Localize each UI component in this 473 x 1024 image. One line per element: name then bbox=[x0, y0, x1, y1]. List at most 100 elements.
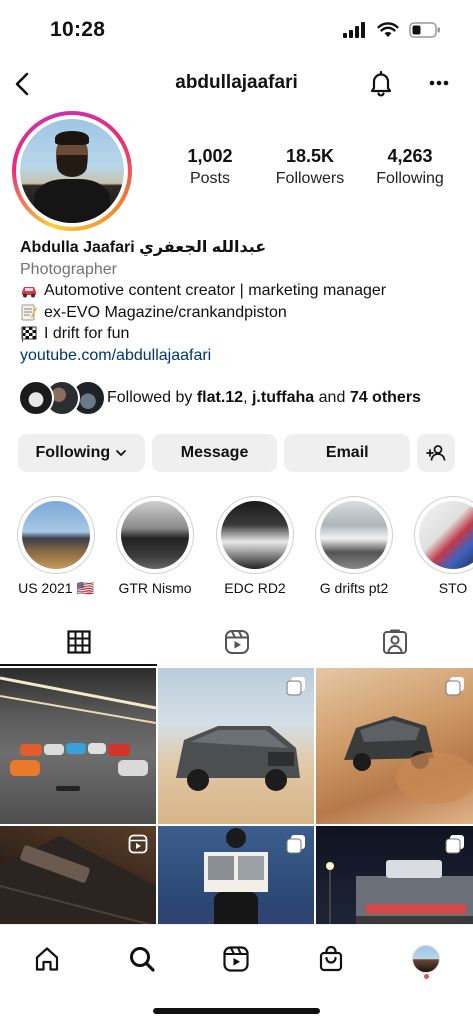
reels-icon bbox=[224, 630, 249, 654]
battery-icon bbox=[409, 22, 440, 38]
post-image bbox=[0, 676, 156, 791]
bio-line: I drift for fun bbox=[20, 323, 460, 345]
status-time: 10:28 bbox=[50, 18, 106, 41]
stat-label: Posts bbox=[189, 170, 230, 187]
profile-avatar[interactable] bbox=[12, 111, 132, 231]
add-person-icon bbox=[426, 445, 446, 461]
status-bar: 10:28 bbox=[0, 0, 473, 62]
reel-icon bbox=[128, 834, 148, 859]
tagged-icon bbox=[382, 629, 407, 654]
tab-posts[interactable] bbox=[0, 618, 157, 666]
home-indicator bbox=[153, 1008, 320, 1014]
profile-header: abdullajaafari bbox=[0, 62, 473, 108]
followed-by-row[interactable]: Followed by flat.12, j.tuffaha and 74 ot… bbox=[18, 380, 458, 416]
followed-by-text: Followed by flat.12, j.tuffaha and 74 ot… bbox=[107, 389, 421, 406]
following-button[interactable]: Following bbox=[18, 434, 145, 472]
highlight-sto[interactable]: STO bbox=[403, 496, 473, 596]
highlight-label: EDC RD2 bbox=[224, 580, 286, 596]
shopping-bag-icon bbox=[319, 945, 343, 972]
nav-reels[interactable] bbox=[216, 939, 256, 979]
profile-actions: Following Message Email bbox=[18, 434, 456, 472]
stat-label: Followers bbox=[275, 170, 345, 187]
avatar-photo bbox=[20, 119, 124, 223]
highlight-g-drifts-pt2[interactable]: G drifts pt2 bbox=[304, 496, 404, 596]
highlight-thumbnail bbox=[419, 501, 473, 569]
bell-icon bbox=[370, 70, 392, 97]
tab-reels[interactable] bbox=[158, 618, 315, 666]
posts-grid-icon bbox=[66, 630, 91, 654]
mutual-avatars bbox=[18, 380, 106, 416]
notifications-button[interactable] bbox=[364, 66, 398, 100]
checkered-flag-icon bbox=[20, 325, 38, 343]
message-button[interactable]: Message bbox=[151, 434, 278, 472]
bio-text: ex-EVO Magazine/crankandpiston bbox=[44, 303, 287, 321]
carousel-icon bbox=[286, 834, 306, 859]
post-thumbnail[interactable] bbox=[316, 668, 473, 824]
stat-value: 18.5K bbox=[285, 146, 335, 166]
stat-label: Following bbox=[376, 170, 444, 187]
highlight-thumbnail bbox=[22, 501, 90, 569]
nav-home[interactable] bbox=[27, 939, 67, 979]
home-icon bbox=[35, 947, 59, 971]
highlight-gtr-nismo[interactable]: GTR Nismo bbox=[105, 496, 205, 596]
profile-display-name: Abdulla Jaafari عبدالله الجعفري bbox=[20, 239, 267, 256]
chevron-down-icon bbox=[116, 450, 127, 456]
highlight-label: G drifts pt2 bbox=[319, 580, 389, 596]
tab-tagged[interactable] bbox=[316, 618, 473, 666]
highlight-label: GTR Nismo bbox=[118, 580, 192, 596]
more-options-button[interactable] bbox=[424, 66, 454, 100]
posts-grid bbox=[0, 668, 473, 924]
following-label: Following bbox=[35, 444, 111, 461]
mutual-others[interactable]: 74 others bbox=[350, 389, 421, 406]
carousel-icon bbox=[286, 676, 306, 701]
wifi-icon bbox=[377, 22, 399, 37]
notification-dot bbox=[424, 974, 429, 979]
stat-followers[interactable]: 18.5K Followers bbox=[260, 146, 360, 188]
post-thumbnail[interactable] bbox=[0, 826, 156, 924]
cellular-signal-icon bbox=[343, 22, 365, 38]
email-button[interactable]: Email bbox=[284, 434, 411, 472]
more-dots-icon bbox=[429, 80, 449, 86]
profile-tabs bbox=[0, 618, 473, 666]
highlight-us-2021[interactable]: US 2021 🇺🇸 bbox=[6, 496, 106, 596]
stat-value: 4,263 bbox=[387, 146, 433, 166]
active-tab-indicator bbox=[0, 664, 157, 666]
highlight-thumbnail bbox=[121, 501, 189, 569]
bio-text: I drift for fun bbox=[44, 325, 130, 342]
post-thumbnail[interactable] bbox=[158, 668, 314, 824]
status-icons bbox=[343, 22, 441, 38]
post-thumbnail[interactable] bbox=[0, 668, 156, 824]
car-icon bbox=[20, 282, 38, 300]
nav-profile[interactable] bbox=[406, 939, 446, 979]
bio-line: Automotive content creator | marketing m… bbox=[20, 280, 460, 302]
search-icon bbox=[130, 947, 155, 972]
profile-username: abdullajaafari bbox=[175, 72, 298, 93]
story-highlights: US 2021 🇺🇸 GTR Nismo EDC RD2 G drifts pt… bbox=[0, 496, 473, 596]
highlight-thumbnail bbox=[320, 501, 388, 569]
mutual-user-2[interactable]: j.tuffaha bbox=[252, 389, 314, 406]
stat-value: 1,002 bbox=[187, 146, 233, 166]
reels-icon bbox=[223, 946, 249, 972]
highlight-edc-rd2[interactable]: EDC RD2 bbox=[205, 496, 305, 596]
highlight-label: STO bbox=[438, 580, 468, 596]
carousel-icon bbox=[445, 676, 465, 701]
post-thumbnail[interactable] bbox=[316, 826, 473, 924]
stat-following[interactable]: 4,263 Following bbox=[360, 146, 460, 188]
memo-icon bbox=[20, 303, 38, 321]
suggested-users-button[interactable] bbox=[417, 434, 456, 472]
stat-posts[interactable]: 1,002 Posts bbox=[160, 146, 260, 188]
bio-line: ex-EVO Magazine/crankandpiston bbox=[20, 302, 460, 324]
nav-search[interactable] bbox=[122, 939, 162, 979]
highlight-thumbnail bbox=[221, 501, 289, 569]
profile-thumbnail bbox=[412, 945, 440, 973]
bio-text: Automotive content creator | marketing m… bbox=[44, 282, 387, 299]
profile-category: Photographer bbox=[20, 260, 117, 278]
mutual-user-1[interactable]: flat.12 bbox=[197, 389, 243, 406]
nav-shop[interactable] bbox=[311, 939, 351, 979]
mutual-avatar bbox=[18, 380, 54, 416]
highlight-label: US 2021 🇺🇸 bbox=[18, 580, 94, 596]
profile-link[interactable]: youtube.com/abdullajaafari bbox=[20, 345, 460, 367]
profile-bio: Abdulla Jaafari عبدالله الجعفري Photogra… bbox=[20, 237, 460, 366]
profile-stats: 1,002 Posts 18.5K Followers 4,263 Follow… bbox=[160, 146, 460, 188]
post-thumbnail[interactable] bbox=[158, 826, 314, 924]
